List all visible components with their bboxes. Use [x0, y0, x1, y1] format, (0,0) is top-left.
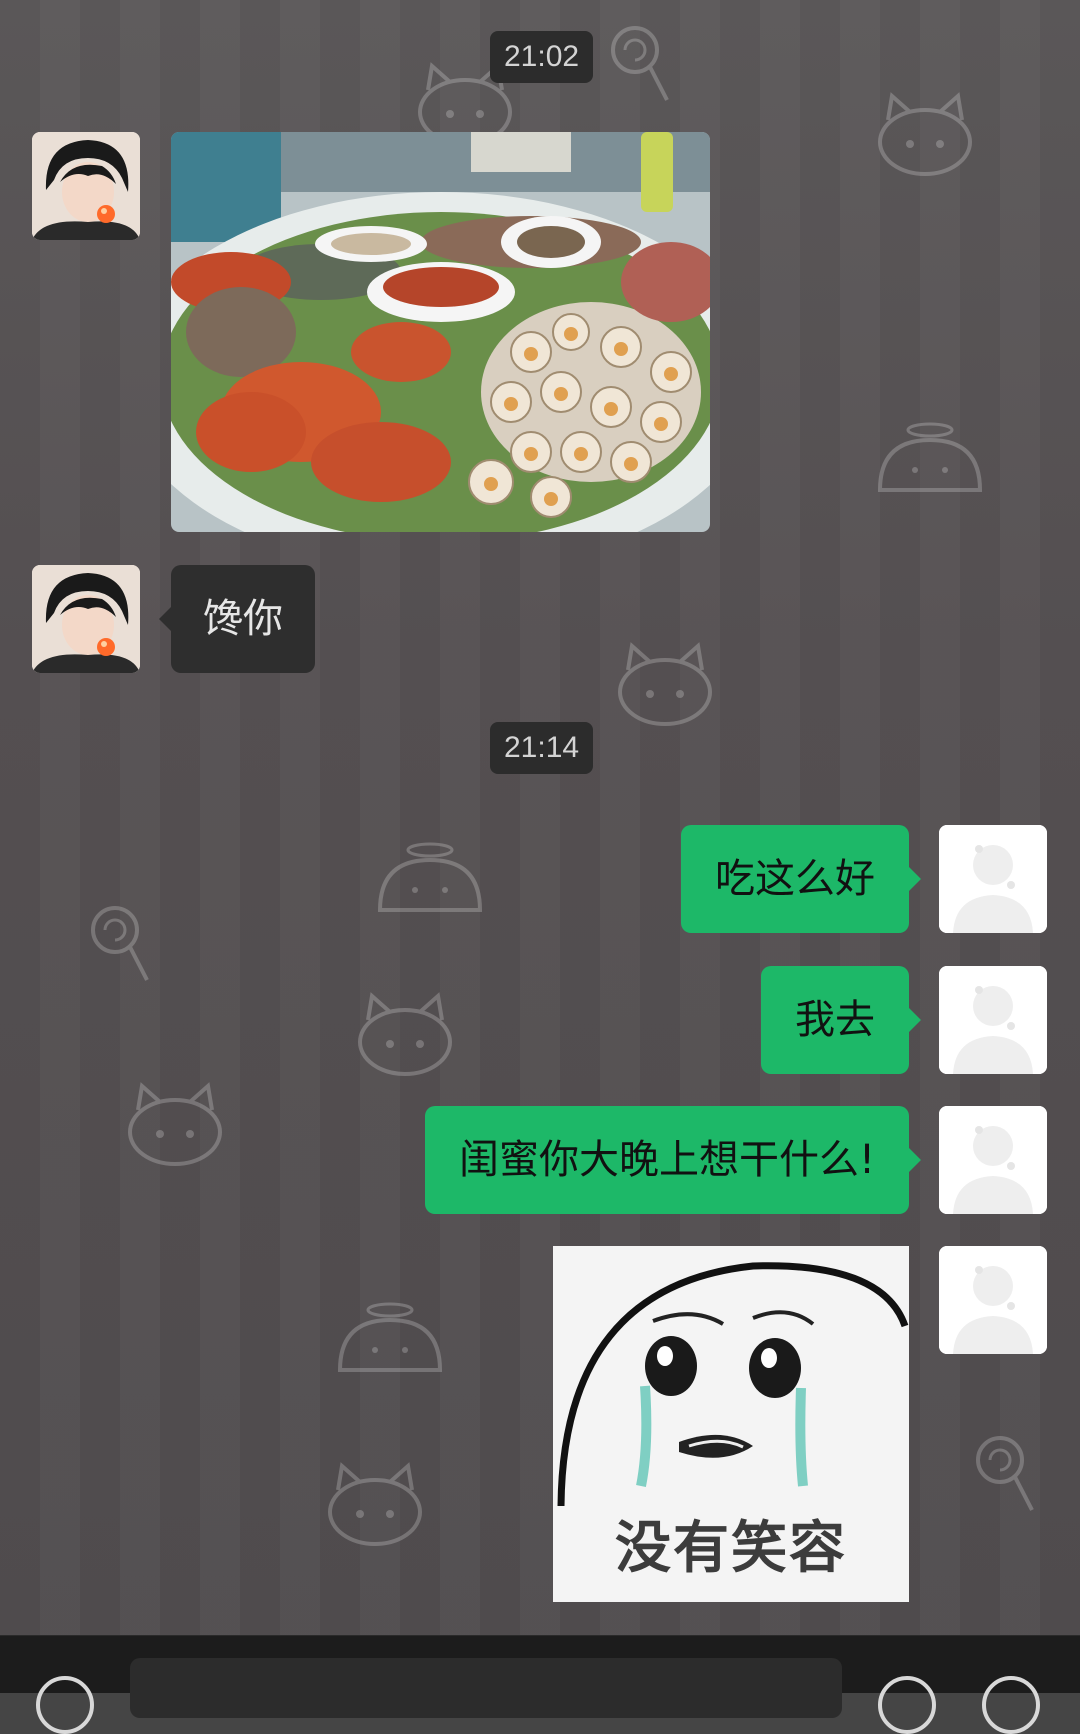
add-icon[interactable]: [982, 1676, 1040, 1734]
self-avatar[interactable]: [939, 1106, 1047, 1214]
self-avatar[interactable]: [939, 825, 1047, 933]
sticker-message[interactable]: 没有笑容: [553, 1246, 909, 1602]
wallpaper-bun-icon: [377, 842, 483, 912]
wallpaper-cat-icon: [358, 992, 452, 1076]
outgoing-message[interactable]: 我去: [761, 966, 909, 1074]
timestamp: 21:02: [490, 31, 594, 83]
self-avatar[interactable]: [939, 966, 1047, 1074]
wallpaper-lollipop-icon: [976, 1436, 1034, 1511]
self-avatar[interactable]: [939, 1246, 1047, 1354]
bubble-tail: [909, 1008, 921, 1032]
bubble-tail: [909, 867, 921, 891]
wallpaper-cat-icon: [618, 642, 712, 726]
bubble-tail: [909, 1148, 921, 1172]
wallpaper-lollipop-icon: [91, 906, 149, 981]
voice-icon[interactable]: [36, 1676, 94, 1734]
wallpaper-cat-icon: [878, 92, 972, 176]
contact-avatar[interactable]: [32, 565, 140, 673]
incoming-message[interactable]: 馋你: [171, 565, 315, 673]
image-message[interactable]: [171, 132, 710, 532]
contact-avatar[interactable]: [32, 132, 140, 240]
bubble-tail: [159, 607, 171, 631]
wallpaper-cat-icon: [128, 1082, 222, 1166]
emoji-icon[interactable]: [878, 1676, 936, 1734]
outgoing-message[interactable]: 闺蜜你大晚上想干什么!: [424, 1106, 909, 1214]
wallpaper-bun-icon: [337, 1302, 443, 1372]
input-bar: [0, 1635, 1080, 1734]
sticker-caption: 没有笑容: [615, 1516, 847, 1581]
wallpaper-cat-icon: [328, 1462, 422, 1546]
wallpaper-bun-icon: [877, 422, 983, 492]
timestamp: 21:14: [490, 722, 594, 774]
message-input[interactable]: [130, 1658, 842, 1718]
wallpaper-lollipop-icon: [611, 26, 669, 101]
outgoing-message[interactable]: 吃这么好: [681, 825, 909, 933]
